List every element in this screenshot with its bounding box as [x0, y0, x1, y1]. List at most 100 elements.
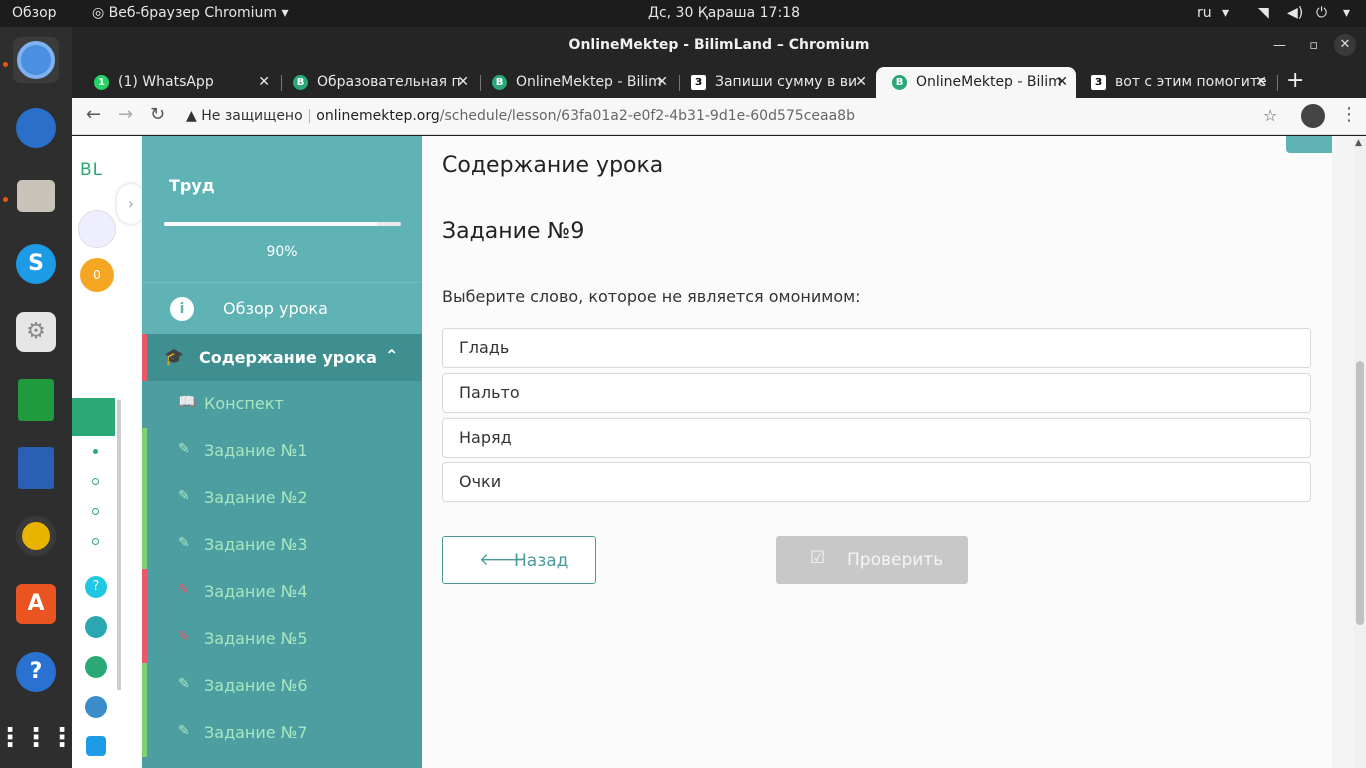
system-menu-chevron-icon[interactable]: ▾	[1343, 5, 1350, 21]
system-top-bar: Обзор ◎ Веб-браузер Chromium ▾ Дс, 30 Қа…	[0, 0, 1366, 27]
check-button[interactable]: ☑ Проверить	[776, 536, 968, 584]
edit-icon: ✎	[178, 629, 190, 645]
close-tab-icon[interactable]: ✕	[855, 67, 867, 98]
wifi-icon[interactable]: ◥	[1258, 5, 1269, 21]
skype-dock-icon[interactable]: S	[13, 241, 59, 287]
clock[interactable]: Дс, 30 Қараша 17:18	[648, 5, 800, 21]
chromium-dock-icon[interactable]	[13, 37, 59, 83]
running-indicator	[3, 197, 8, 202]
web-page: BL › 0 ? Труд 90% i Обзор урока 🎓 Содерж…	[72, 136, 1366, 768]
sidebar-task-item[interactable]: ✎ Задание №4	[142, 569, 422, 616]
software-dock-icon[interactable]: A	[13, 581, 59, 627]
scroll-thumb[interactable]	[1356, 361, 1364, 625]
pisa-app-icon[interactable]	[85, 616, 107, 638]
reload-icon[interactable]: ↻	[150, 104, 165, 125]
onlinemektep-app-icon[interactable]	[72, 398, 115, 436]
task-label: Задание №5	[204, 629, 308, 648]
close-window-icon[interactable]: ✕	[1334, 34, 1356, 56]
files-dock-icon[interactable]	[13, 173, 59, 219]
task-label: Задание №4	[204, 582, 308, 601]
graduation-cap-icon: 🎓	[164, 347, 184, 366]
close-tab-icon[interactable]: ✕	[656, 67, 668, 98]
sidebar-task-item[interactable]: ✎ Задание №2	[142, 475, 422, 522]
tab-znanija-2[interactable]: Звот с этим помогите ✕	[1075, 67, 1275, 98]
nav-dot-icon[interactable]	[93, 449, 98, 454]
help-icon[interactable]: ?	[85, 576, 107, 598]
window-title: OnlineMektep - BilimLand – Chromium	[568, 37, 870, 53]
new-tab-icon[interactable]: +	[1286, 68, 1304, 93]
sidebar-task-item[interactable]: ✎ Задание №7	[142, 710, 422, 757]
sidebar-task-item[interactable]: ✎ Задание №6	[142, 663, 422, 710]
app-menu[interactable]: ◎ Веб-браузер Chromium ▾	[92, 5, 289, 21]
nav-dot-icon[interactable]	[92, 508, 99, 515]
bilimbook-app-icon[interactable]	[85, 696, 107, 718]
leftbar-scrollbar[interactable]	[117, 400, 121, 690]
status-bar	[142, 381, 147, 428]
close-tab-icon[interactable]: ✕	[1056, 67, 1068, 98]
rhythmbox-dock-icon[interactable]	[13, 513, 59, 559]
minimize-icon[interactable]: —	[1273, 27, 1286, 64]
thunderbird-dock-icon[interactable]	[13, 105, 59, 151]
tab-whatsapp[interactable]: 1 (1) WhatsApp ✕	[78, 67, 278, 98]
tab-onlinemektep-active[interactable]: B OnlineMektep - Bilim ✕	[876, 67, 1076, 98]
maximize-icon[interactable]: ▫	[1309, 27, 1318, 64]
back-label: Назад	[514, 551, 569, 571]
edit-icon: ✎	[178, 535, 190, 551]
show-apps-icon[interactable]: ⋮⋮⋮	[0, 715, 75, 761]
check-square-icon: ☑	[810, 548, 826, 568]
close-tab-icon[interactable]: ✕	[1255, 67, 1267, 98]
status-bar	[142, 710, 147, 757]
expand-chevron-icon[interactable]: ›	[117, 184, 145, 224]
answer-option[interactable]: Гладь	[442, 328, 1311, 368]
edit-icon: ✎	[178, 723, 190, 739]
nav-dot-icon[interactable]	[92, 538, 99, 545]
bilimland-favicon-icon: B	[492, 75, 507, 90]
tab-znanija-1[interactable]: З Запиши сумму в ви ✕	[675, 67, 875, 98]
back-button[interactable]: 🡐 Назад	[442, 536, 596, 584]
browser-menu-icon[interactable]: ⋮	[1340, 104, 1358, 125]
fullscreen-button[interactable]	[1286, 136, 1332, 153]
tab-onlinemektep-1[interactable]: B OnlineMektep - Bilim ✕	[476, 67, 676, 98]
impress-dock-icon[interactable]	[13, 445, 59, 491]
page-title: Содержание урока	[442, 153, 664, 178]
activities-button[interactable]: Обзор	[12, 5, 57, 21]
scroll-up-icon[interactable]: ▲	[1355, 138, 1362, 148]
test-app-icon[interactable]	[86, 736, 106, 756]
power-icon[interactable]: ⏻	[1316, 5, 1327, 21]
bl-logo[interactable]: BL	[80, 160, 103, 180]
address-bar[interactable]: ▲ Не защищено | onlinemektep.org/schedul…	[186, 103, 1290, 130]
answer-option[interactable]: Очки	[442, 462, 1311, 502]
edit-icon: ✎	[178, 488, 190, 504]
forward-arrow-icon[interactable]: →	[118, 104, 133, 125]
language-indicator[interactable]: ru	[1197, 5, 1212, 21]
back-arrow-icon[interactable]: ←	[86, 104, 101, 125]
help-dock-icon[interactable]: ?	[13, 649, 59, 695]
close-tab-icon[interactable]: ✕	[258, 67, 270, 98]
calc-dock-icon[interactable]	[13, 377, 59, 423]
sidebar-task-item[interactable]: ✎ Задание №1	[142, 428, 422, 475]
page-scrollbar[interactable]: ▲	[1354, 136, 1366, 768]
sidebar-task-item[interactable]: ✎ Задание №5	[142, 616, 422, 663]
coins-badge[interactable]: 0	[80, 258, 114, 292]
tab-label: Образовательная п	[317, 74, 461, 90]
tab-strip: 1 (1) WhatsApp ✕ B Образовательная п ✕ B Onli…	[72, 64, 1366, 98]
lesson-content-toggle[interactable]: 🎓 Содержание урока ⌃	[142, 334, 422, 381]
app-menu-label: Веб-браузер Chromium	[108, 5, 278, 21]
sidebar-task-item[interactable]: ✎ Задание №3	[142, 522, 422, 569]
nav-dot-icon[interactable]	[92, 478, 99, 485]
bilimland-app-icon[interactable]	[85, 656, 107, 678]
volume-icon[interactable]: ◀)	[1287, 5, 1303, 21]
profile-avatar-icon[interactable]	[1301, 104, 1325, 128]
settings-dock-icon[interactable]: ⚙	[13, 309, 59, 355]
answer-option[interactable]: Пальто	[442, 373, 1311, 413]
lesson-sidebar: Труд 90% i Обзор урока 🎓 Содержание урок…	[142, 136, 422, 768]
answer-option[interactable]: Наряд	[442, 418, 1311, 458]
overview-label: Обзор урока	[223, 299, 328, 318]
close-tab-icon[interactable]: ✕	[457, 67, 469, 98]
tab-education[interactable]: B Образовательная п ✕	[277, 67, 477, 98]
znanija-favicon-icon: З	[1091, 75, 1106, 90]
chevron-up-icon: ⌃	[385, 346, 399, 365]
sidebar-task-item[interactable]: 📖 Конспект	[142, 381, 422, 428]
avatar[interactable]	[78, 210, 116, 248]
lesson-overview-link[interactable]: i Обзор урока	[142, 282, 422, 334]
